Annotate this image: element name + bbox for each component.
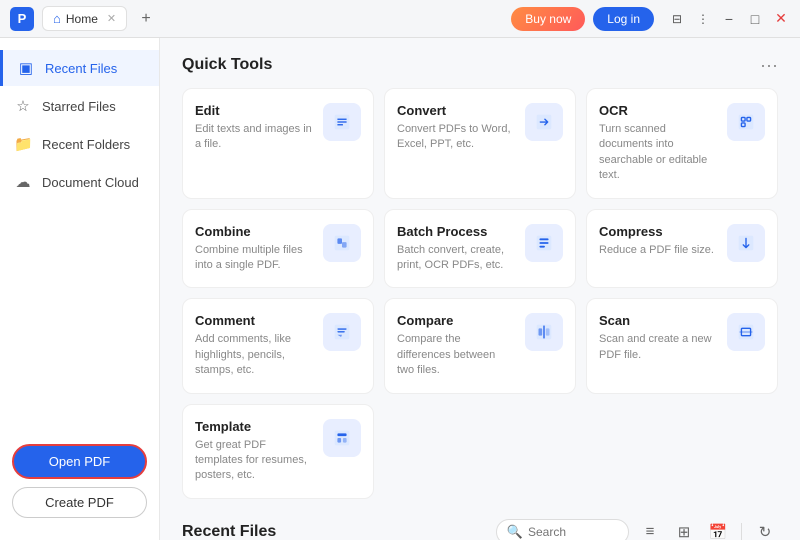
combine-tool-icon (323, 224, 361, 262)
tool-scan[interactable]: Scan Scan and create a new PDF file. (586, 298, 778, 393)
titlebar: P ⌂ Home ✕ + Buy now Log in ⊟ ⋮ − □ ✕ (0, 0, 800, 38)
sidebar-item-recent-folders[interactable]: 📁 Recent Folders (0, 126, 159, 162)
buy-now-button[interactable]: Buy now (511, 7, 585, 31)
recent-files-controls: 🔍 ≡ ⊞ 📅 ↻ (496, 519, 778, 540)
scan-tool-icon (727, 313, 765, 351)
compress-tool-icon (727, 224, 765, 262)
window-close-icon[interactable]: ✕ (772, 10, 790, 28)
main-layout: ▣ Recent Files ☆ Starred Files 📁 Recent … (0, 38, 800, 540)
document-cloud-icon: ☁ (14, 173, 32, 191)
window-restore-icon[interactable]: ⊟ (668, 10, 686, 28)
add-tab-button[interactable]: + (135, 8, 157, 30)
sidebar-item-document-cloud[interactable]: ☁ Document Cloud (0, 164, 159, 200)
titlebar-left: P ⌂ Home ✕ + (10, 6, 157, 31)
batch-process-tool-icon (525, 224, 563, 262)
window-controls: ⊟ ⋮ − □ ✕ (668, 10, 790, 28)
compare-tool-icon (525, 313, 563, 351)
tool-convert[interactable]: Convert Convert PDFs to Word, Excel, PPT… (384, 88, 576, 199)
convert-tool-icon (525, 103, 563, 141)
open-pdf-button[interactable]: Open PDF (12, 444, 147, 479)
tool-template[interactable]: Template Get great PDF templates for res… (182, 404, 374, 499)
window-menu-icon[interactable]: ⋮ (694, 10, 712, 28)
calendar-view-button[interactable]: 📅 (705, 519, 731, 540)
tool-edit[interactable]: Edit Edit texts and images in a file. (182, 88, 374, 199)
recent-folders-icon: 📁 (14, 135, 32, 153)
view-divider (741, 523, 742, 540)
tool-batch-process[interactable]: Batch Process Batch convert, create, pri… (384, 209, 576, 289)
quick-tools-title: Quick Tools (182, 56, 272, 74)
sidebar-item-starred-files[interactable]: ☆ Starred Files (0, 88, 159, 124)
quick-tools-more-icon[interactable]: ··· (760, 56, 778, 74)
window-maximize-icon[interactable]: □ (746, 10, 764, 28)
tool-compress[interactable]: Compress Reduce a PDF file size. (586, 209, 778, 289)
edit-tool-icon (323, 103, 361, 141)
sidebar-item-recent-files[interactable]: ▣ Recent Files (0, 50, 159, 86)
grid-view-button[interactable]: ⊞ (671, 519, 697, 540)
app-icon: P (10, 7, 34, 31)
tool-comment[interactable]: Comment Add comments, like highlights, p… (182, 298, 374, 393)
quick-tools-header: Quick Tools ··· (182, 56, 778, 74)
titlebar-right: Buy now Log in ⊟ ⋮ − □ ✕ (511, 7, 790, 31)
refresh-button[interactable]: ↻ (752, 519, 778, 540)
template-tool-icon (323, 419, 361, 457)
search-box[interactable]: 🔍 (496, 519, 629, 540)
ocr-tool-icon (727, 103, 765, 141)
home-tab[interactable]: ⌂ Home ✕ (42, 6, 127, 31)
tool-ocr[interactable]: OCR Turn scanned documents into searchab… (586, 88, 778, 199)
content-area: Quick Tools ··· Edit Edit texts and imag… (160, 38, 800, 540)
tool-combine[interactable]: Combine Combine multiple files into a si… (182, 209, 374, 289)
window-minimize-icon[interactable]: − (720, 10, 738, 28)
recent-files-header: Recent Files 🔍 ≡ ⊞ 📅 ↻ (182, 519, 778, 540)
starred-files-icon: ☆ (14, 97, 32, 115)
recent-files-icon: ▣ (17, 59, 35, 77)
list-view-button[interactable]: ≡ (637, 519, 663, 540)
comment-tool-icon (323, 313, 361, 351)
tools-grid: Edit Edit texts and images in a file. Co… (182, 88, 778, 499)
sidebar: ▣ Recent Files ☆ Starred Files 📁 Recent … (0, 38, 160, 540)
search-input[interactable] (528, 525, 618, 539)
log-in-button[interactable]: Log in (593, 7, 654, 31)
create-pdf-button[interactable]: Create PDF (12, 487, 147, 518)
search-icon: 🔍 (507, 524, 523, 540)
sidebar-bottom: Open PDF Create PDF (0, 434, 159, 528)
recent-files-title: Recent Files (182, 523, 276, 540)
tool-compare[interactable]: Compare Compare the differences between … (384, 298, 576, 393)
